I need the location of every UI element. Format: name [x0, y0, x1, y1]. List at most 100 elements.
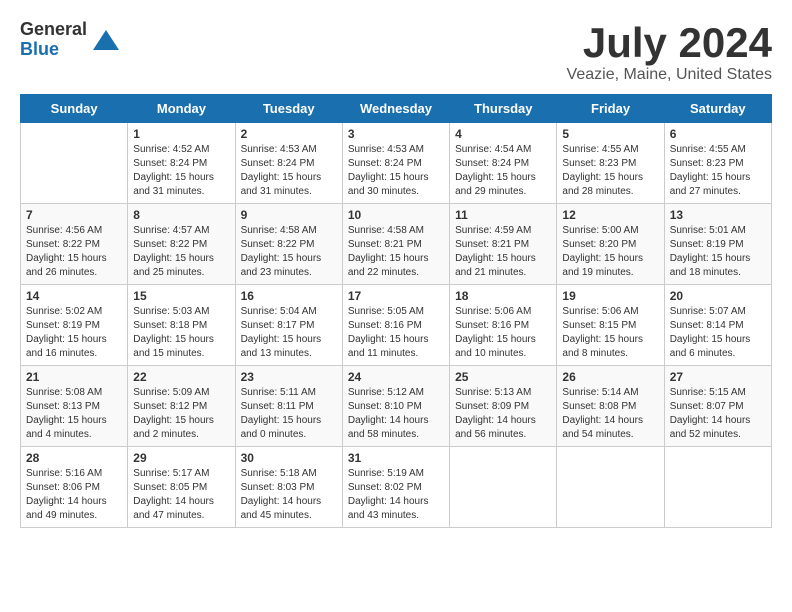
- day-number: 4: [455, 127, 551, 141]
- month-title: July 2024: [567, 20, 772, 66]
- logo-general: General: [20, 20, 87, 40]
- day-info: Sunrise: 5:16 AMSunset: 8:06 PMDaylight:…: [26, 467, 122, 523]
- day-info: Sunrise: 5:03 AMSunset: 8:18 PMDaylight:…: [133, 305, 229, 361]
- day-info: Sunrise: 5:17 AMSunset: 8:05 PMDaylight:…: [133, 467, 229, 523]
- day-info: Sunrise: 5:09 AMSunset: 8:12 PMDaylight:…: [133, 386, 229, 442]
- day-info: Sunrise: 5:05 AMSunset: 8:16 PMDaylight:…: [348, 305, 444, 361]
- day-info: Sunrise: 5:11 AMSunset: 8:11 PMDaylight:…: [241, 386, 337, 442]
- calendar-cell: 16Sunrise: 5:04 AMSunset: 8:17 PMDayligh…: [235, 285, 342, 366]
- day-number: 20: [670, 289, 766, 303]
- day-info: Sunrise: 4:54 AMSunset: 8:24 PMDaylight:…: [455, 143, 551, 199]
- calendar-cell: 19 Sunrise: 5:06 AMSunset: 8:15 PMDayligh…: [557, 285, 664, 366]
- calendar-cell: 31Sunrise: 5:19 AMSunset: 8:02 PMDayligh…: [342, 447, 449, 528]
- calendar-week-row: 1 Sunrise: 4:52 AMSunset: 8:24 PMDaylight…: [21, 123, 772, 204]
- calendar-cell: 26 Sunrise: 5:14 AMSunset: 8:08 PMDayligh…: [557, 366, 664, 447]
- day-number: 8: [133, 208, 229, 222]
- day-info: Sunrise: 5:02 AMSunset: 8:19 PMDaylight:…: [26, 305, 122, 361]
- title-section: July 2024 Veazie, Maine, United States: [567, 20, 772, 84]
- calendar-cell: 15Sunrise: 5:03 AMSunset: 8:18 PMDayligh…: [128, 285, 235, 366]
- day-number: 22: [133, 370, 229, 384]
- day-of-week-header: Friday: [557, 95, 664, 123]
- calendar-cell: 13 Sunrise: 5:01 AMSunset: 8:19 PMDayligh…: [664, 204, 771, 285]
- day-info: Sunrise: 5:15 AMSunset: 8:07 PMDaylight:…: [670, 386, 766, 442]
- day-number: 24: [348, 370, 444, 384]
- calendar-cell: 10Sunrise: 4:58 AMSunset: 8:21 PMDayligh…: [342, 204, 449, 285]
- calendar-cell: 14 Sunrise: 5:02 AMSunset: 8:19 PMDayligh…: [21, 285, 128, 366]
- calendar-cell: [664, 447, 771, 528]
- calendar-cell: [557, 447, 664, 528]
- day-number: 23: [241, 370, 337, 384]
- day-info: Sunrise: 4:53 AMSunset: 8:24 PMDaylight:…: [348, 143, 444, 199]
- day-info: Sunrise: 4:55 AMSunset: 8:23 PMDaylight:…: [562, 143, 658, 199]
- calendar-cell: 22 Sunrise: 5:09 AMSunset: 8:12 PMDayligh…: [128, 366, 235, 447]
- calendar-cell: 5 Sunrise: 4:55 AMSunset: 8:23 PMDaylight…: [557, 123, 664, 204]
- day-number: 14: [26, 289, 122, 303]
- logo: General Blue: [20, 20, 121, 60]
- day-number: 13: [670, 208, 766, 222]
- day-of-week-header: Wednesday: [342, 95, 449, 123]
- calendar-body: 1 Sunrise: 4:52 AMSunset: 8:24 PMDaylight…: [21, 123, 772, 528]
- day-number: 7: [26, 208, 122, 222]
- logo-icon: [91, 25, 121, 55]
- day-number: 9: [241, 208, 337, 222]
- location: Veazie, Maine, United States: [567, 66, 772, 84]
- day-number: 26: [562, 370, 658, 384]
- day-info: Sunrise: 4:59 AMSunset: 8:21 PMDaylight:…: [455, 224, 551, 280]
- calendar-cell: 27 Sunrise: 5:15 AMSunset: 8:07 PMDayligh…: [664, 366, 771, 447]
- calendar-cell: 8 Sunrise: 4:57 AMSunset: 8:22 PMDaylight…: [128, 204, 235, 285]
- day-number: 16: [241, 289, 337, 303]
- day-of-week-header: Monday: [128, 95, 235, 123]
- day-info: Sunrise: 4:56 AMSunset: 8:22 PMDaylight:…: [26, 224, 122, 280]
- day-number: 29: [133, 451, 229, 465]
- calendar-cell: 30 Sunrise: 5:18 AMSunset: 8:03 PMDayligh…: [235, 447, 342, 528]
- day-info: Sunrise: 4:52 AMSunset: 8:24 PMDaylight:…: [133, 143, 229, 199]
- calendar-cell: 28Sunrise: 5:16 AMSunset: 8:06 PMDayligh…: [21, 447, 128, 528]
- day-of-week-header: Saturday: [664, 95, 771, 123]
- day-number: 17: [348, 289, 444, 303]
- day-number: 25: [455, 370, 551, 384]
- day-info: Sunrise: 5:12 AMSunset: 8:10 PMDaylight:…: [348, 386, 444, 442]
- day-info: Sunrise: 5:18 AMSunset: 8:03 PMDaylight:…: [241, 467, 337, 523]
- day-info: Sunrise: 5:19 AMSunset: 8:02 PMDaylight:…: [348, 467, 444, 523]
- day-info: Sunrise: 5:14 AMSunset: 8:08 PMDaylight:…: [562, 386, 658, 442]
- day-number: 18: [455, 289, 551, 303]
- day-info: Sunrise: 5:08 AMSunset: 8:13 PMDaylight:…: [26, 386, 122, 442]
- day-info: Sunrise: 5:01 AMSunset: 8:19 PMDaylight:…: [670, 224, 766, 280]
- day-number: 30: [241, 451, 337, 465]
- day-of-week-header: Tuesday: [235, 95, 342, 123]
- day-number: 21: [26, 370, 122, 384]
- day-of-week-header: Thursday: [450, 95, 557, 123]
- calendar-cell: 29 Sunrise: 5:17 AMSunset: 8:05 PMDayligh…: [128, 447, 235, 528]
- calendar-cell: 4 Sunrise: 4:54 AMSunset: 8:24 PMDaylight…: [450, 123, 557, 204]
- day-info: Sunrise: 4:58 AMSunset: 8:22 PMDaylight:…: [241, 224, 337, 280]
- day-number: 27: [670, 370, 766, 384]
- day-of-week-header: Sunday: [21, 95, 128, 123]
- day-info: Sunrise: 5:06 AMSunset: 8:16 PMDaylight:…: [455, 305, 551, 361]
- day-info: Sunrise: 5:06 AMSunset: 8:15 PMDaylight:…: [562, 305, 658, 361]
- calendar-cell: 9 Sunrise: 4:58 AMSunset: 8:22 PMDaylight…: [235, 204, 342, 285]
- day-info: Sunrise: 4:55 AMSunset: 8:23 PMDaylight:…: [670, 143, 766, 199]
- day-info: Sunrise: 4:57 AMSunset: 8:22 PMDaylight:…: [133, 224, 229, 280]
- calendar-header: SundayMondayTuesdayWednesdayThursdayFrid…: [21, 95, 772, 123]
- calendar-cell: 7 Sunrise: 4:56 AMSunset: 8:22 PMDaylight…: [21, 204, 128, 285]
- calendar-cell: 20 Sunrise: 5:07 AMSunset: 8:14 PMDayligh…: [664, 285, 771, 366]
- day-info: Sunrise: 4:58 AMSunset: 8:21 PMDaylight:…: [348, 224, 444, 280]
- day-number: 1: [133, 127, 229, 141]
- day-number: 5: [562, 127, 658, 141]
- calendar-week-row: 28Sunrise: 5:16 AMSunset: 8:06 PMDayligh…: [21, 447, 772, 528]
- calendar-cell: [450, 447, 557, 528]
- day-info: Sunrise: 5:07 AMSunset: 8:14 PMDaylight:…: [670, 305, 766, 361]
- calendar-week-row: 7 Sunrise: 4:56 AMSunset: 8:22 PMDaylight…: [21, 204, 772, 285]
- day-info: Sunrise: 5:13 AMSunset: 8:09 PMDaylight:…: [455, 386, 551, 442]
- calendar-cell: 12Sunrise: 5:00 AMSunset: 8:20 PMDayligh…: [557, 204, 664, 285]
- day-number: 11: [455, 208, 551, 222]
- calendar-cell: [21, 123, 128, 204]
- header-row: SundayMondayTuesdayWednesdayThursdayFrid…: [21, 95, 772, 123]
- day-number: 19: [562, 289, 658, 303]
- calendar-cell: 21 Sunrise: 5:08 AMSunset: 8:13 PMDayligh…: [21, 366, 128, 447]
- day-info: Sunrise: 5:00 AMSunset: 8:20 PMDaylight:…: [562, 224, 658, 280]
- day-number: 3: [348, 127, 444, 141]
- calendar-week-row: 14 Sunrise: 5:02 AMSunset: 8:19 PMDayligh…: [21, 285, 772, 366]
- page-header: General Blue July 2024 Veazie, Maine, Un…: [20, 20, 772, 84]
- calendar-cell: 25 Sunrise: 5:13 AMSunset: 8:09 PMDayligh…: [450, 366, 557, 447]
